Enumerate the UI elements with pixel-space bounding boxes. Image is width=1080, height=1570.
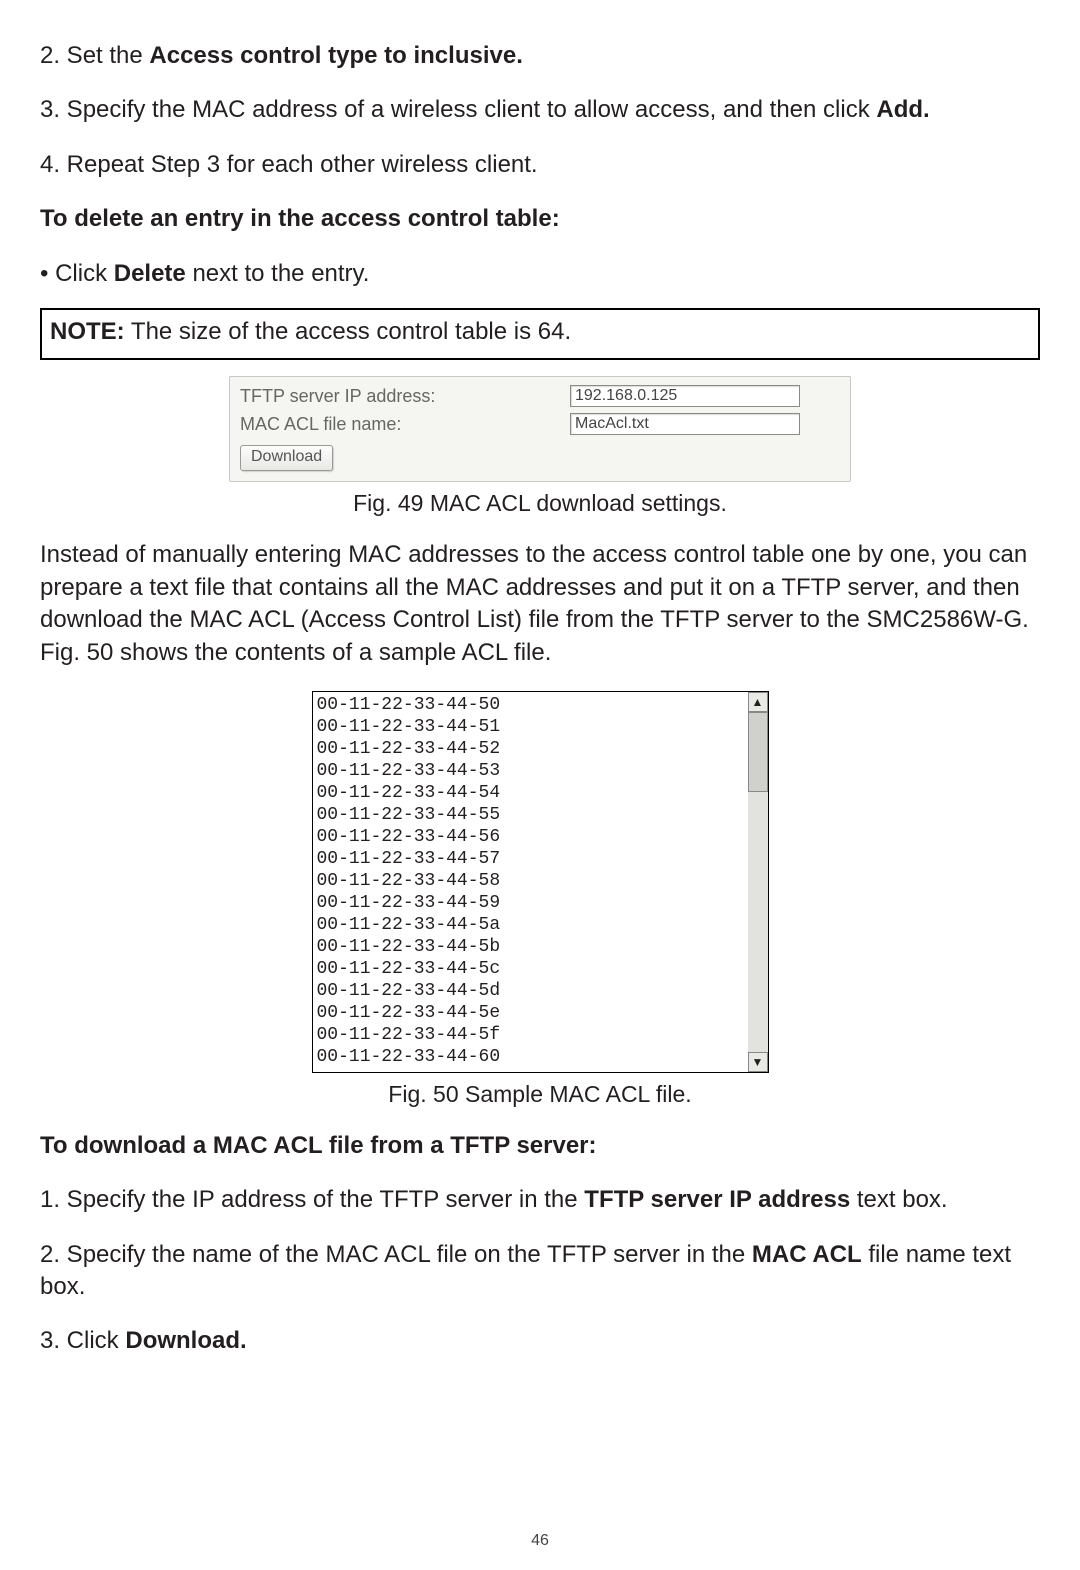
acl-file-line: 00-11-22-33-44-54 — [317, 782, 744, 804]
acl-file-line: 00-11-22-33-44-5d — [317, 980, 744, 1002]
acl-file-line: 00-11-22-33-44-50 — [317, 694, 744, 716]
fig50-caption: Fig. 50 Sample MAC ACL file. — [40, 1081, 1040, 1108]
mac-acl-file-input[interactable] — [570, 413, 800, 435]
tftp-ip-input[interactable] — [570, 385, 800, 407]
fig50-panel: 00-11-22-33-44-5000-11-22-33-44-5100-11-… — [312, 691, 769, 1073]
heading-delete-entry: To delete an entry in the access control… — [40, 203, 1040, 235]
acl-file-line: 00-11-22-33-44-5f — [317, 1024, 744, 1046]
download-button[interactable]: Download — [240, 445, 333, 471]
text-bold: Delete — [114, 260, 186, 287]
text-bold: Add. — [876, 96, 929, 123]
acl-file-line: 00-11-22-33-44-59 — [317, 892, 744, 914]
acl-file-line: 00-11-22-33-44-5e — [317, 1002, 744, 1024]
acl-file-listing: 00-11-22-33-44-5000-11-22-33-44-5100-11-… — [313, 692, 748, 1072]
step-2: 2. Set the Access control type to inclus… — [40, 40, 1040, 72]
dl-step-1: 1. Specify the IP address of the TFTP se… — [40, 1184, 1040, 1216]
text: 3. Click — [40, 1327, 125, 1354]
text: text box. — [850, 1186, 947, 1213]
text-bold: TFTP server IP address — [584, 1186, 850, 1213]
acl-file-line: 00-11-22-33-44-58 — [317, 870, 744, 892]
text-bold: MAC ACL — [752, 1241, 862, 1268]
fig49-caption: Fig. 49 MAC ACL download settings. — [40, 490, 1040, 517]
text: 1. Specify the IP address of the TFTP se… — [40, 1186, 584, 1213]
dl-step-2: 2. Specify the name of the MAC ACL file … — [40, 1239, 1040, 1304]
text-bold: Access control type to inclusive. — [149, 42, 522, 69]
bullet-delete: • Click Delete next to the entry. — [40, 258, 1040, 290]
dl-step-3: 3. Click Download. — [40, 1325, 1040, 1357]
scroll-down-icon[interactable]: ▼ — [748, 1052, 768, 1072]
note-label: NOTE: — [50, 318, 125, 345]
step-4: 4. Repeat Step 3 for each other wireless… — [40, 149, 1040, 181]
acl-file-line: 00-11-22-33-44-57 — [317, 848, 744, 870]
text: 3. Specify the MAC address of a wireless… — [40, 96, 876, 123]
acl-file-line: 00-11-22-33-44-55 — [317, 804, 744, 826]
text: next to the entry. — [186, 260, 370, 287]
text-bold: Download. — [125, 1327, 246, 1354]
mac-acl-file-label: MAC ACL file name: — [240, 414, 570, 435]
acl-file-line: 00-11-22-33-44-52 — [317, 738, 744, 760]
scroll-track[interactable] — [748, 712, 768, 1052]
acl-file-line: 00-11-22-33-44-5b — [317, 936, 744, 958]
heading-download-acl: To download a MAC ACL file from a TFTP s… — [40, 1130, 1040, 1162]
tftp-ip-label: TFTP server IP address: — [240, 386, 570, 407]
note-box: NOTE: The size of the access control tab… — [40, 308, 1040, 360]
acl-file-line: 00-11-22-33-44-60 — [317, 1046, 744, 1068]
document-page: 2. Set the Access control type to inclus… — [0, 0, 1080, 1570]
text: • Click — [40, 260, 114, 287]
text: 2. Set the — [40, 42, 149, 69]
fig49-row-mac: MAC ACL file name: — [240, 413, 840, 435]
fig49-row-tftp: TFTP server IP address: — [240, 385, 840, 407]
scroll-thumb[interactable] — [748, 712, 768, 792]
scrollbar[interactable]: ▲ ▼ — [748, 692, 768, 1072]
step-3: 3. Specify the MAC address of a wireless… — [40, 94, 1040, 126]
acl-file-line: 00-11-22-33-44-56 — [317, 826, 744, 848]
note-text: The size of the access control table is … — [125, 318, 571, 345]
scroll-up-icon[interactable]: ▲ — [748, 692, 768, 712]
text: 2. Specify the name of the MAC ACL file … — [40, 1241, 752, 1268]
fig49-panel: TFTP server IP address: MAC ACL file nam… — [229, 376, 851, 482]
page-number: 46 — [0, 1532, 1080, 1550]
acl-file-line: 00-11-22-33-44-5a — [317, 914, 744, 936]
acl-file-line: 00-11-22-33-44-51 — [317, 716, 744, 738]
acl-file-line: 00-11-22-33-44-53 — [317, 760, 744, 782]
acl-file-line: 00-11-22-33-44-5c — [317, 958, 744, 980]
paragraph-instead: Instead of manually entering MAC address… — [40, 539, 1040, 669]
